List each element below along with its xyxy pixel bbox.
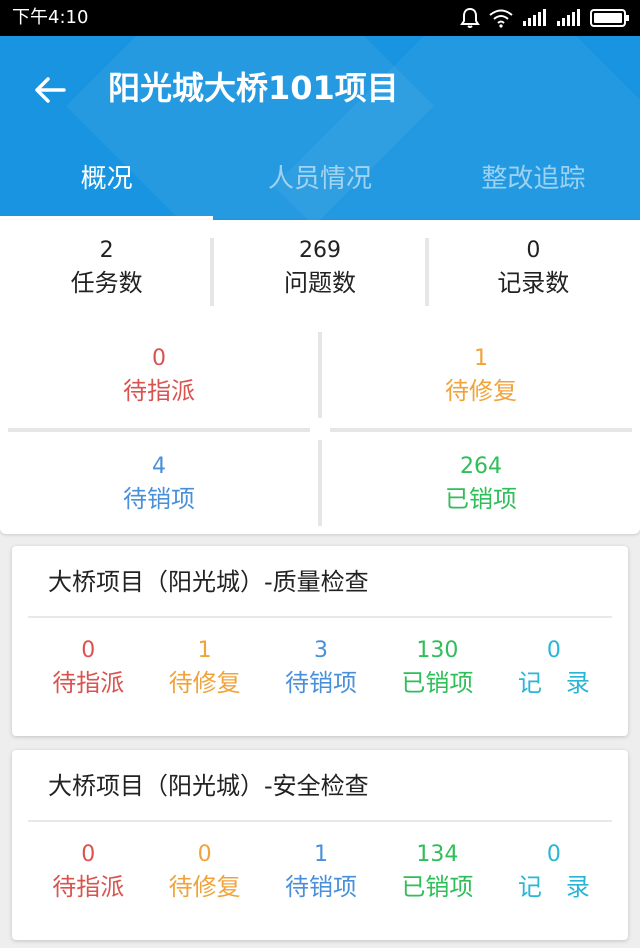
task-count-label: 任务数 (70, 269, 143, 297)
stat-records[interactable]: 0 记 录 (496, 636, 612, 700)
pending-close-stat[interactable]: 4 待销项 (4, 452, 314, 516)
battery-icon (590, 8, 630, 28)
task-count-value: 2 (99, 238, 114, 263)
pending-close-label: 待销项 (123, 485, 195, 513)
summary-row: 2 任务数 269 问题数 0 记录数 (0, 236, 640, 308)
divider (210, 238, 214, 306)
stat-value: 134 (416, 842, 459, 867)
issue-count-label: 问题数 (283, 269, 356, 297)
tab-overview[interactable]: 概况 (0, 154, 214, 220)
app-header: 阳光城大桥101项目 概况 人员情况 整改追踪 (0, 36, 640, 220)
status-bar: 下午4:10 (0, 0, 640, 36)
stat-label: 已销项 (401, 669, 474, 697)
stat-label: 待指派 (52, 873, 125, 901)
stat-label: 待修复 (168, 873, 241, 901)
task-count[interactable]: 2 任务数 (0, 236, 213, 308)
stat-label: 待修复 (168, 669, 241, 697)
signal-icon (522, 9, 548, 27)
stat-value: 0 (197, 842, 212, 867)
stat-value: 3 (314, 638, 329, 663)
status-time: 下午4:10 (12, 7, 89, 28)
project-title: 大桥项目（阳光城）-质量检查 (48, 568, 369, 596)
record-count-label: 记录数 (497, 269, 570, 297)
stat-pending-assign[interactable]: 0 待指派 (30, 636, 146, 700)
stat-label: 已销项 (401, 873, 474, 901)
divider (318, 332, 322, 418)
pending-assign-label: 待指派 (123, 377, 195, 405)
tab-personnel[interactable]: 人员情况 (213, 154, 426, 220)
tab-bar: 概况 人员情况 整改追踪 (0, 154, 640, 220)
closed-stat[interactable]: 264 已销项 (326, 452, 636, 516)
status-icons (460, 6, 630, 30)
project-title: 大桥项目（阳光城）-安全检查 (48, 772, 369, 800)
divider (318, 440, 322, 526)
pending-fix-label: 待修复 (445, 377, 517, 405)
stat-closed[interactable]: 130 已销项 (379, 636, 495, 700)
stat-pending-fix[interactable]: 1 待修复 (146, 636, 262, 700)
divider (425, 238, 429, 306)
stat-records[interactable]: 0 记 录 (496, 840, 612, 904)
issue-count[interactable]: 269 问题数 (213, 236, 426, 308)
issue-count-value: 269 (298, 238, 341, 263)
arrow-left-icon (30, 77, 70, 114)
closed-label: 已销项 (445, 485, 517, 513)
stat-label: 待指派 (52, 669, 125, 697)
pending-close-value: 4 (152, 454, 166, 479)
signal-icon (556, 9, 582, 27)
overview-card: 2 任务数 269 问题数 0 记录数 0 待指派 1 待修复 4 待销项 26… (0, 220, 640, 534)
alarm-icon (460, 7, 480, 29)
stat-label: 待销项 (285, 873, 358, 901)
stat-value: 130 (416, 638, 459, 663)
stat-pending-fix[interactable]: 0 待修复 (146, 840, 262, 904)
divider (8, 428, 310, 432)
stat-value: 1 (197, 638, 212, 663)
stat-value: 1 (314, 842, 329, 867)
pending-fix-value: 1 (474, 346, 488, 371)
record-count-value: 0 (526, 238, 541, 263)
stat-pending-close[interactable]: 3 待销项 (263, 636, 379, 700)
stat-pending-assign[interactable]: 0 待指派 (30, 840, 146, 904)
stat-label: 记 录 (517, 669, 590, 697)
pending-fix-stat[interactable]: 1 待修复 (326, 344, 636, 408)
stat-value: 0 (81, 638, 96, 663)
back-button[interactable] (30, 70, 70, 110)
project-stats: 0 待指派 0 待修复 1 待销项 134 已销项 0 记 录 (30, 840, 612, 904)
stat-label: 待销项 (285, 669, 358, 697)
stat-label: 记 录 (517, 873, 590, 901)
page-title: 阳光城大桥101项目 (108, 69, 399, 107)
divider (28, 820, 612, 822)
tab-label: 概况 (80, 164, 133, 194)
stat-value: 0 (81, 842, 96, 867)
project-card-quality[interactable]: 大桥项目（阳光城）-质量检查 0 待指派 1 待修复 3 待销项 130 已销项… (12, 546, 628, 736)
tab-rectification-tracking[interactable]: 整改追踪 (427, 154, 640, 220)
closed-value: 264 (460, 454, 502, 479)
stat-closed[interactable]: 134 已销项 (379, 840, 495, 904)
divider (28, 616, 612, 618)
stat-value: 0 (546, 842, 561, 867)
tab-label: 整改追踪 (481, 164, 586, 194)
pending-assign-value: 0 (152, 346, 166, 371)
project-stats: 0 待指派 1 待修复 3 待销项 130 已销项 0 记 录 (30, 636, 612, 700)
stat-value: 0 (546, 638, 561, 663)
wifi-icon (488, 8, 514, 28)
divider (330, 428, 632, 432)
pending-assign-stat[interactable]: 0 待指派 (4, 344, 314, 408)
stat-pending-close[interactable]: 1 待销项 (263, 840, 379, 904)
record-count[interactable]: 0 记录数 (427, 236, 640, 308)
project-card-safety[interactable]: 大桥项目（阳光城）-安全检查 0 待指派 0 待修复 1 待销项 134 已销项… (12, 750, 628, 940)
tab-label: 人员情况 (267, 164, 372, 194)
